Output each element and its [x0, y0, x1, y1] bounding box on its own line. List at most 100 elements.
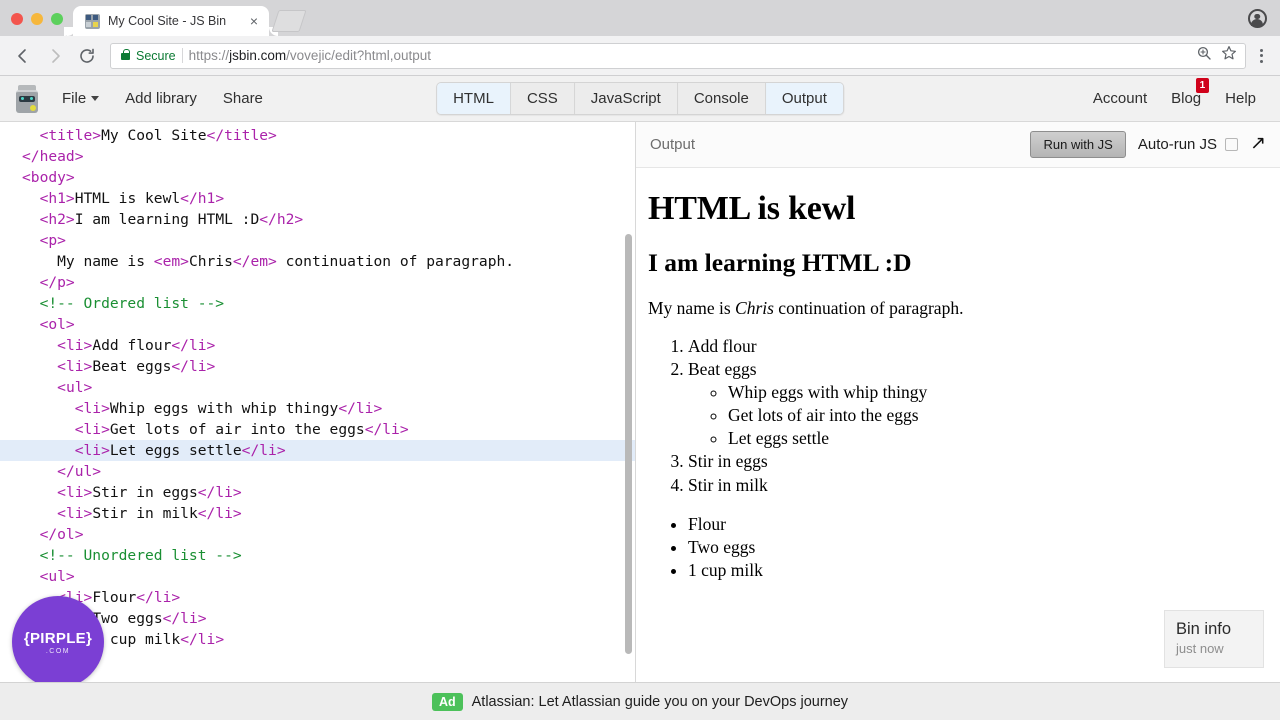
output-panel: Output Run with JS Auto-run JS ↗ HTML is… — [636, 122, 1280, 682]
pirple-badge-word: {PIRPLE} — [23, 629, 93, 647]
url-host: jsbin.com — [229, 48, 287, 63]
pirple-ad-badge[interactable]: {PIRPLE} .COM — [12, 596, 104, 682]
editor-scrollbar[interactable] — [625, 234, 632, 654]
output-ordered-list: Add flour Beat eggs Whip eggs with whip … — [648, 335, 1254, 497]
file-menu-button[interactable]: File — [52, 84, 109, 113]
code-line[interactable]: <li>Beat eggs</li> — [0, 356, 635, 377]
lock-icon — [121, 49, 131, 60]
code-line[interactable]: <h1>HTML is kewl</h1> — [0, 188, 635, 209]
jsbin-app: File Add library Share HTML CSS JavaScri… — [0, 76, 1280, 720]
omnibox-actions — [1196, 45, 1241, 66]
tab-output[interactable]: Output — [765, 83, 843, 114]
code-line[interactable]: <ol> — [0, 314, 635, 335]
close-window-button[interactable] — [11, 13, 23, 25]
url-path: /vovejic/edit?html,output — [286, 48, 432, 63]
code-line[interactable]: <body> — [0, 167, 635, 188]
code-line[interactable]: </ul> — [0, 461, 635, 482]
code-line[interactable]: <li>Whip eggs with whip thingy</li> — [0, 398, 635, 419]
ad-bar[interactable]: Ad Atlassian: Let Atlassian guide you on… — [0, 682, 1280, 720]
html-code-editor[interactable]: <title>My Cool Site</title> </head> <body>… — [0, 122, 636, 682]
code-line[interactable]: <li>Get lots of air into the eggs</li> — [0, 419, 635, 440]
browser-tab-strip: My Cool Site - JS Bin × — [0, 0, 1280, 36]
run-with-js-button[interactable]: Run with JS — [1030, 131, 1126, 158]
address-bar[interactable]: Secure https://jsbin.com/vovejic/edit?ht… — [110, 42, 1246, 69]
browser-tab[interactable]: My Cool Site - JS Bin × — [64, 6, 278, 36]
output-heading-1: HTML is kewl — [648, 190, 856, 227]
list-item: Get lots of air into the eggs — [728, 404, 1254, 427]
browser-tab-title: My Cool Site - JS Bin — [108, 14, 227, 28]
output-panel-label: Output — [650, 136, 696, 153]
output-render-frame: HTML is kewl I am learning HTML :D My na… — [636, 168, 1280, 682]
list-item: 1 cup milk — [688, 559, 1254, 582]
account-link[interactable]: Account — [1083, 84, 1157, 113]
code-line[interactable]: </ol> — [0, 524, 635, 545]
code-lines[interactable]: <title>My Cool Site</title> </head> <body>… — [0, 122, 635, 650]
blog-link[interactable]: Blog 1 — [1161, 78, 1211, 113]
minimize-window-button[interactable] — [31, 13, 43, 25]
address-bar-url: https://jsbin.com/vovejic/edit?html,outp… — [189, 48, 431, 63]
editor-output-split: <title>My Cool Site</title> </head> <body>… — [0, 122, 1280, 682]
browser-omnibox-row: Secure https://jsbin.com/vovejic/edit?ht… — [0, 36, 1280, 76]
paragraph-before: My name is — [648, 298, 736, 318]
code-line[interactable]: </p> — [0, 272, 635, 293]
auto-run-js-toggle[interactable]: Auto-run JS — [1137, 136, 1239, 153]
tab-html[interactable]: HTML — [437, 83, 511, 114]
tab-javascript[interactable]: JavaScript — [574, 83, 678, 114]
code-line[interactable]: <li>Let eggs settle</li> — [0, 440, 635, 461]
auto-run-js-label: Auto-run JS — [1137, 136, 1218, 153]
code-line[interactable]: <li>Flour</li> — [0, 587, 635, 608]
add-library-button[interactable]: Add library — [115, 84, 207, 113]
tab-css[interactable]: CSS — [510, 83, 575, 114]
code-line[interactable]: <h2>I am learning HTML :D</h2> — [0, 209, 635, 230]
ad-text[interactable]: Atlassian: Let Atlassian guide you on yo… — [472, 694, 848, 710]
output-panel-header: Output Run with JS Auto-run JS ↗ — [636, 122, 1280, 168]
code-line[interactable]: <li>Stir in eggs</li> — [0, 482, 635, 503]
zoom-magnifier-icon[interactable] — [1196, 45, 1212, 66]
chevron-down-icon — [91, 96, 100, 101]
star-icon[interactable] — [1221, 45, 1237, 66]
blog-notification-badge: 1 — [1195, 78, 1210, 93]
code-line[interactable]: <ul> — [0, 377, 635, 398]
list-item: Stir in milk — [688, 474, 1254, 497]
paragraph-after: continuation of paragraph. — [773, 298, 964, 318]
jsbin-toolbar: File Add library Share HTML CSS JavaScri… — [0, 76, 1280, 122]
jsbin-robot-logo-icon[interactable] — [14, 84, 40, 113]
code-line[interactable]: <p> — [0, 230, 635, 251]
code-line[interactable]: My name is <em>Chris</em> continuation o… — [0, 251, 635, 272]
jsbin-favicon-icon — [85, 13, 100, 29]
auto-run-js-checkbox[interactable] — [1225, 138, 1239, 151]
output-unordered-list: Flour Two eggs 1 cup milk — [648, 513, 1254, 582]
share-button[interactable]: Share — [213, 84, 273, 113]
profile-button[interactable] — [1234, 0, 1280, 36]
new-tab-button[interactable] — [271, 10, 307, 32]
list-item: Two eggs — [688, 536, 1254, 559]
secure-label: Secure — [136, 48, 176, 63]
list-item: Add flour — [688, 335, 1254, 358]
maximize-window-button[interactable] — [51, 13, 63, 25]
list-item: Stir in eggs — [688, 450, 1254, 473]
jsbin-menu-group: File Add library Share — [52, 84, 273, 113]
output-nested-list: Whip eggs with whip thingy Get lots of a… — [688, 381, 1254, 450]
code-line[interactable]: <title>My Cool Site</title> — [0, 125, 635, 146]
list-item: Let eggs settle — [728, 427, 1254, 450]
browser-window: My Cool Site - JS Bin × Secure https://j… — [0, 0, 1280, 720]
url-scheme: https:// — [188, 48, 230, 63]
bin-info-subtitle: just now — [1176, 641, 1224, 656]
code-line[interactable]: </head> — [0, 146, 635, 167]
code-line[interactable]: <li>Add flour</li> — [0, 335, 635, 356]
back-arrow-icon[interactable] — [10, 43, 36, 69]
kebab-menu-icon[interactable] — [1252, 45, 1270, 67]
tab-console[interactable]: Console — [677, 83, 766, 114]
help-link[interactable]: Help — [1215, 84, 1266, 113]
reload-icon[interactable] — [74, 43, 100, 69]
popout-arrow-icon[interactable]: ↗ — [1250, 134, 1266, 153]
code-line[interactable]: <!-- Unordered list --> — [0, 545, 635, 566]
code-line[interactable]: <ul> — [0, 566, 635, 587]
code-line[interactable]: <!-- Ordered list --> — [0, 293, 635, 314]
jsbin-account-group: Account Blog 1 Help — [1083, 78, 1266, 113]
forward-arrow-icon — [42, 43, 68, 69]
pirple-badge-sub: .COM — [45, 647, 71, 655]
close-icon[interactable]: × — [247, 12, 261, 30]
code-line[interactable]: <li>Stir in milk</li> — [0, 503, 635, 524]
bin-info-panel[interactable]: Bin info just now — [1164, 610, 1264, 668]
